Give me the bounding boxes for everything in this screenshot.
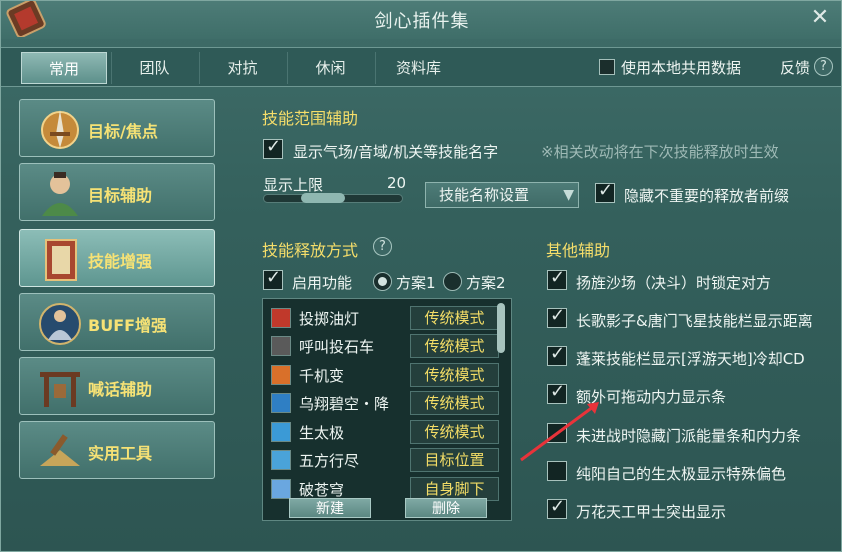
sword-emblem-icon	[41, 110, 79, 149]
mode-select[interactable]: 传统模式	[410, 334, 499, 358]
share-data-checkbox[interactable]	[599, 59, 615, 75]
plugin-window: 剑心插件集 ✕ 常用 团队 对抗 休闲 资料库 使用本地共用数据 反馈 ? 目标…	[0, 0, 842, 552]
delete-button[interactable]: 删除	[405, 498, 487, 518]
sidebar-item-label: 实用工具	[88, 444, 153, 463]
close-icon[interactable]: ✕	[809, 7, 831, 29]
skill-name: 千机变	[299, 367, 345, 385]
limit-value: 20	[387, 174, 407, 192]
other-option-checkbox[interactable]: ✓	[547, 496, 567, 519]
limit-label: 显示上限	[263, 176, 324, 194]
other-option-label: 万花天工甲士突出显示	[576, 503, 727, 521]
skill-mode-list: 投掷油灯 传统模式 呼叫投石车 传统模式 千机变 传统模式 乌翔碧空・降 传统模…	[262, 298, 512, 521]
other-option-label: 未进战时隐藏门派能量条和内力条	[576, 427, 802, 445]
sidebar-item-label: 目标/焦点	[88, 122, 158, 141]
other-option-label: 扬旌沙场（决斗）时锁定对方	[576, 274, 772, 292]
tab-database[interactable]: 资料库	[375, 52, 461, 84]
mode-select[interactable]: 传统模式	[410, 363, 499, 387]
list-scrollbar[interactable]	[497, 303, 505, 353]
sidebar-item-utility-tools[interactable]: 实用工具	[19, 421, 215, 479]
window-title: 剑心插件集	[374, 11, 470, 32]
skill-book-icon	[45, 239, 77, 281]
hide-prefix-label: 隐藏不重要的释放者前缀	[624, 187, 790, 205]
sidebar-item-buff-enhance[interactable]: BUFF增强	[19, 293, 215, 351]
skill-icon	[271, 308, 291, 328]
character-portrait-icon	[42, 172, 78, 216]
plan1-radio[interactable]	[373, 272, 392, 291]
list-item[interactable]: 五方行尽 目标位置	[267, 448, 505, 474]
hide-prefix-checkbox[interactable]: ✓	[595, 180, 615, 203]
mode-select[interactable]: 传统模式	[410, 391, 499, 415]
update-note: ※相关改动将在下次技能释放时生效	[541, 143, 779, 161]
skill-icon	[271, 336, 291, 356]
list-item[interactable]: 乌翔碧空・降 传统模式	[267, 391, 505, 417]
skill-name: 乌翔碧空・降	[299, 395, 390, 413]
help-icon[interactable]: ?	[814, 57, 833, 76]
plan2-label: 方案2	[466, 274, 506, 292]
other-option-label: 纯阳自己的生太极显示特殊偏色	[576, 465, 787, 483]
other-option-label: 长歌影子&唐门飞星技能栏显示距离	[576, 312, 813, 330]
sidebar-item-label: 技能增强	[88, 252, 153, 271]
feedback-link[interactable]: 反馈	[780, 57, 810, 78]
buff-figure-icon	[39, 303, 81, 345]
new-button[interactable]: 新建	[289, 498, 371, 518]
tab-pvp[interactable]: 对抗	[199, 52, 285, 84]
plan2-radio[interactable]	[443, 272, 462, 291]
mode-select[interactable]: 传统模式	[410, 420, 499, 444]
sidebar-item-label: 目标辅助	[88, 186, 153, 205]
sidebar-item-target-focus[interactable]: 目标/焦点	[19, 99, 215, 157]
sidebar-item-skill-enhance[interactable]: 技能增强	[19, 229, 215, 287]
list-item[interactable]: 投掷油灯 传统模式	[267, 306, 505, 332]
skill-icon	[271, 422, 291, 442]
mode-select[interactable]: 目标位置	[410, 448, 499, 472]
sidebar-item-target-assist[interactable]: 目标辅助	[19, 163, 215, 221]
skill-icon	[271, 365, 291, 385]
help-icon[interactable]: ?	[373, 237, 392, 256]
tab-team[interactable]: 团队	[111, 52, 197, 84]
tools-icon	[40, 434, 80, 466]
other-option-label: 蓬莱技能栏显示[浮游天地]冷却CD	[576, 350, 805, 368]
sidebar-item-label: 喊话辅助	[88, 380, 153, 399]
enable-function-label: 启用功能	[292, 274, 353, 292]
sidebar-item-shout-assist[interactable]: 喊话辅助	[19, 357, 215, 415]
annotation-arrow-icon	[520, 402, 599, 462]
chevron-down-icon: ▼	[563, 187, 574, 203]
skill-icon	[271, 450, 291, 470]
skill-name: 五方行尽	[299, 452, 360, 470]
gate-icon	[40, 372, 80, 407]
plan1-label: 方案1	[396, 274, 436, 292]
list-item[interactable]: 呼叫投石车 传统模式	[267, 334, 505, 360]
other-option-checkbox[interactable]: ✓	[547, 343, 567, 366]
skill-name-setting-dropdown[interactable]: 技能名称设置 ▼	[425, 182, 579, 208]
other-option-checkbox[interactable]: ✓	[547, 305, 567, 328]
list-item[interactable]: 生太极 传统模式	[267, 420, 505, 446]
show-names-checkbox[interactable]: ✓	[263, 136, 283, 159]
release-mode-title: 技能释放方式	[262, 241, 359, 260]
mode-select[interactable]: 传统模式	[410, 306, 499, 330]
skill-name: 生太极	[299, 424, 345, 442]
tab-leisure[interactable]: 休闲	[287, 52, 373, 84]
skill-icon	[271, 393, 291, 413]
skill-name: 破苍穹	[299, 481, 345, 499]
sidebar-item-label: BUFF增强	[88, 316, 168, 335]
skill-name: 呼叫投石车	[299, 338, 375, 356]
show-names-label: 显示气场/音域/机关等技能名字	[293, 143, 499, 161]
enable-function-checkbox[interactable]: ✓	[263, 267, 283, 290]
skill-icon	[271, 479, 291, 499]
list-item[interactable]: 千机变 传统模式	[267, 363, 505, 389]
dropdown-label: 技能名称设置	[439, 186, 530, 204]
skill-range-title: 技能范围辅助	[262, 109, 359, 128]
other-assist-title: 其他辅助	[546, 241, 611, 260]
share-data-label: 使用本地共用数据	[621, 59, 742, 77]
skill-name: 投掷油灯	[299, 310, 360, 328]
tab-common[interactable]: 常用	[21, 52, 107, 84]
title-bar: 剑心插件集 ✕	[1, 1, 841, 39]
limit-slider-handle[interactable]	[301, 193, 345, 203]
other-option-checkbox[interactable]: ✓	[547, 267, 567, 290]
